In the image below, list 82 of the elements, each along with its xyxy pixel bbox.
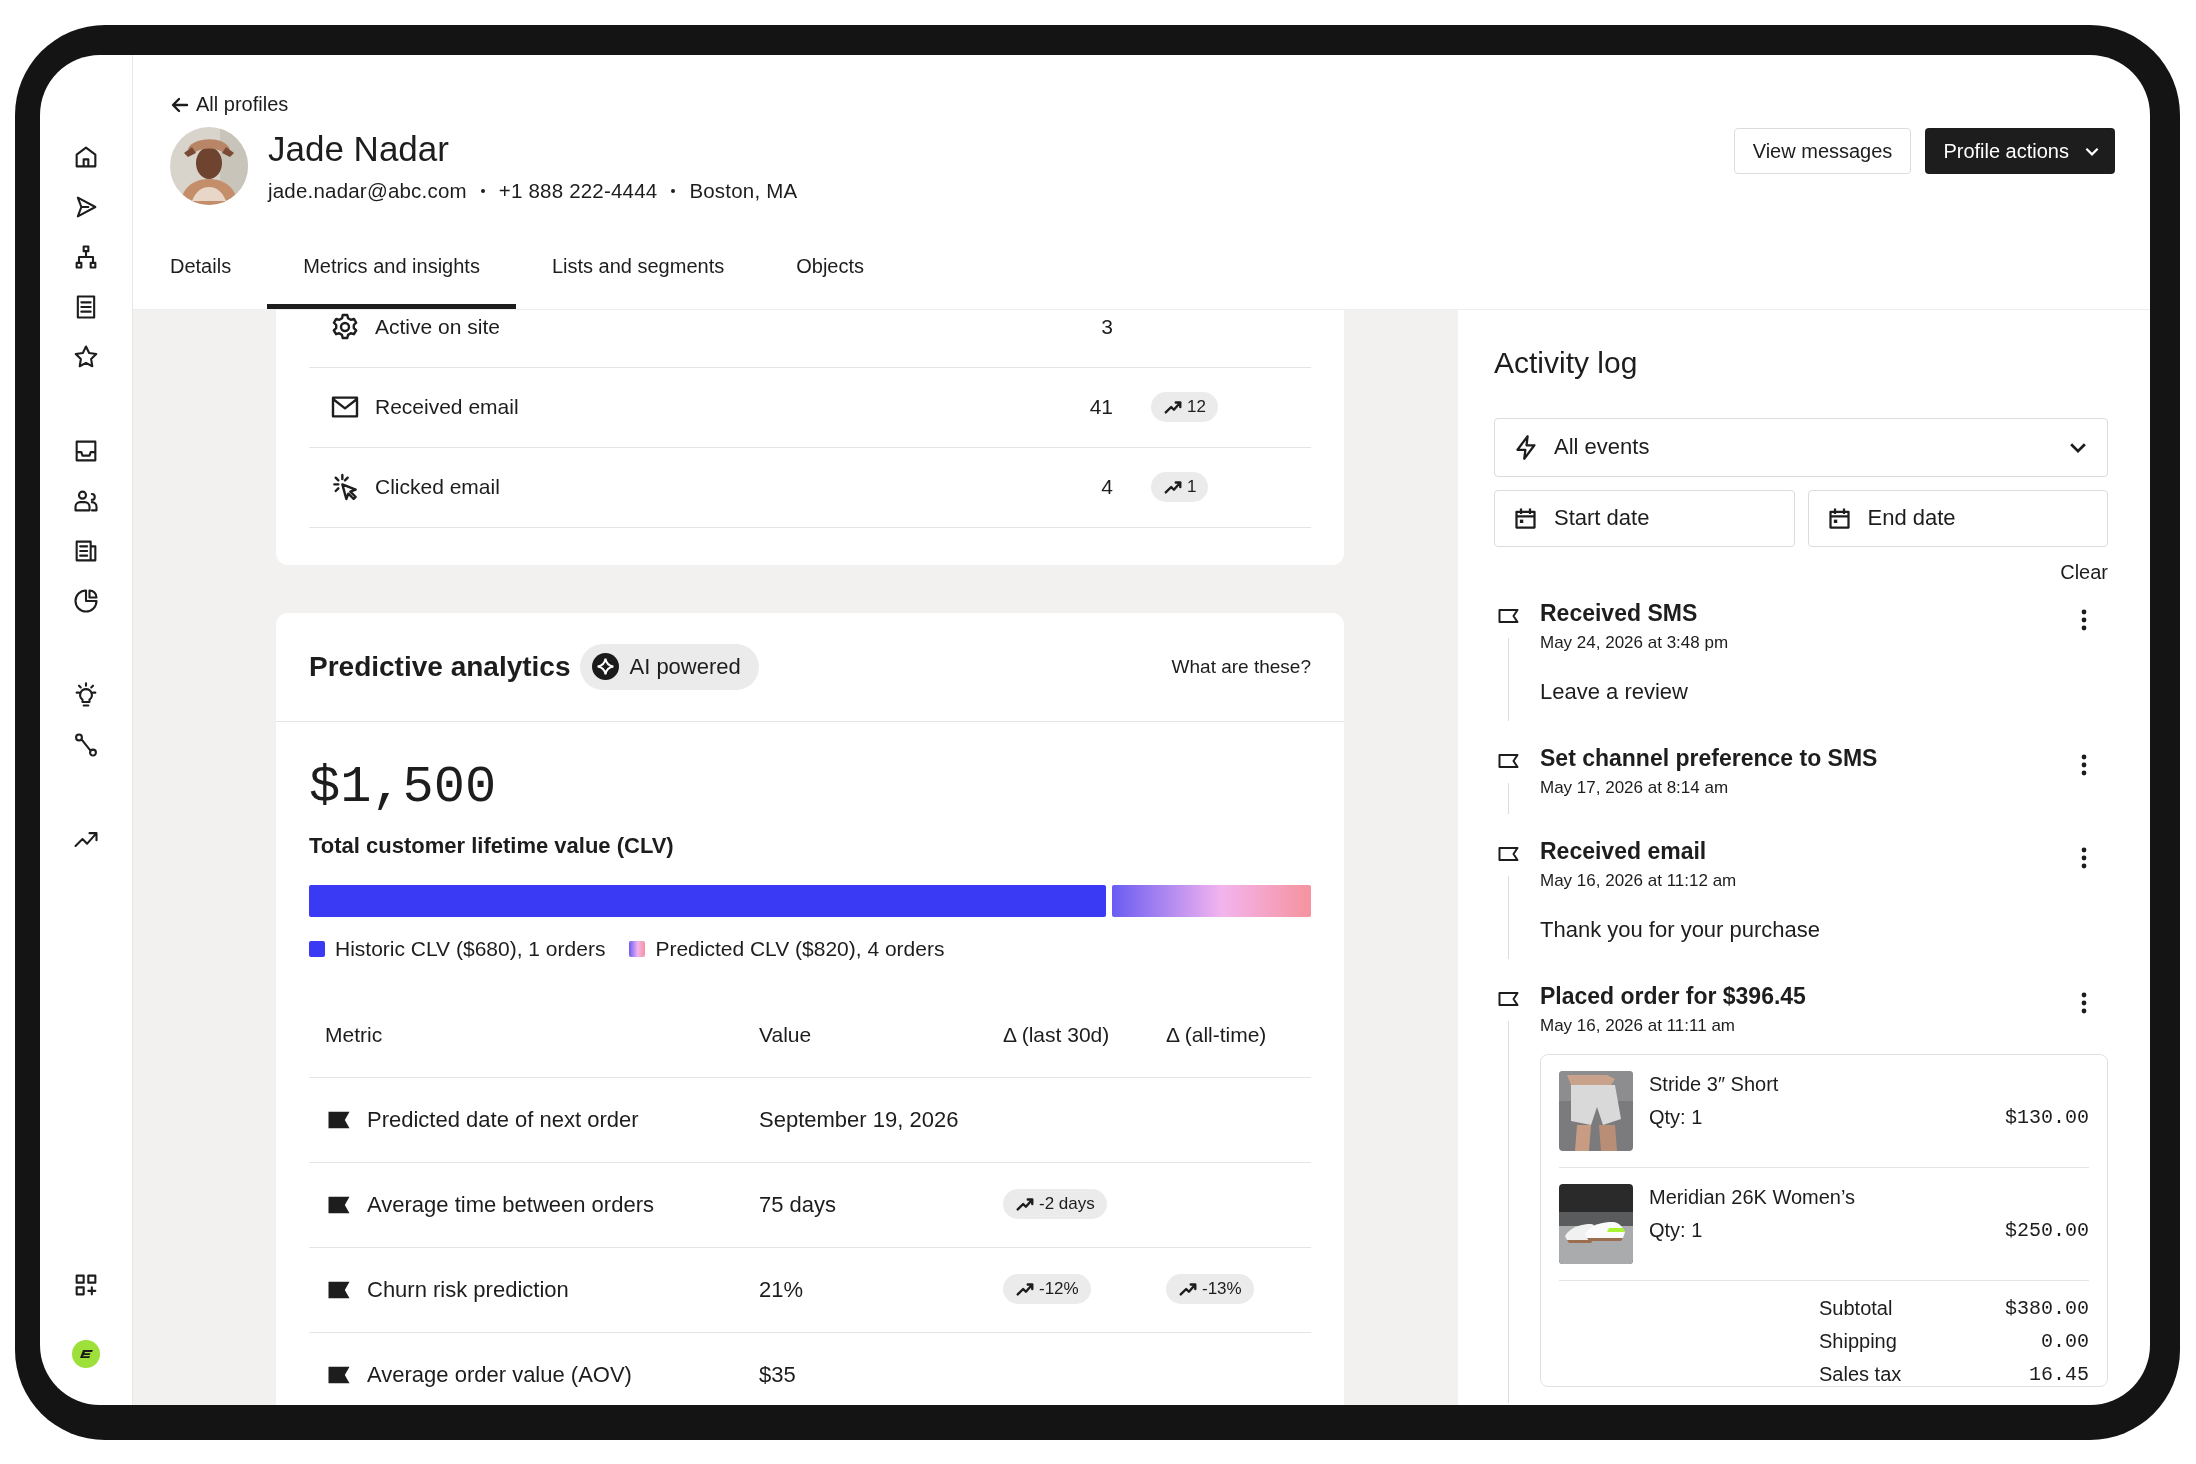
event-title: Received email [1540, 837, 1708, 865]
ai-chip-label: AI powered [629, 653, 741, 680]
total-label: Sales tax [1819, 1362, 1903, 1386]
contact-detail: jade.nadar@abc.com [268, 178, 467, 203]
column-header: Metric [325, 1022, 384, 1047]
more-options-icon[interactable] [2080, 990, 2088, 1015]
route-icon[interactable] [72, 731, 100, 759]
contact-detail: Boston, MA [689, 178, 798, 203]
table-cell-text: September 19, 2026 [759, 1106, 960, 1133]
product-quantity: Qty: 1 [1649, 1105, 1703, 1129]
back-link[interactable]: All profiles [170, 93, 289, 116]
clv-label: Total customer lifetime value (CLV) [309, 832, 675, 859]
separator-dot-icon [671, 188, 676, 193]
metric-name: Clicked email [375, 475, 500, 499]
legend-swatch [309, 940, 325, 957]
clv-value: $1,500 [309, 757, 498, 817]
total-label: Subtotal [1819, 1296, 1894, 1320]
table-cell: Average order value (AOV) [367, 1361, 632, 1388]
event-time: May 24, 2026 at 3:48 pm [1540, 632, 1729, 653]
card-title: Predictive analytics [309, 650, 571, 683]
legend-swatch [629, 940, 646, 957]
trend-value: 12 [1187, 397, 1206, 417]
table-cell-text: 75 days [759, 1191, 838, 1218]
more-options-icon[interactable] [2080, 845, 2088, 870]
trend-value: 1 [1187, 477, 1197, 497]
column-header: Δ (last 30d) [1003, 1022, 1111, 1047]
event-title: Set channel preference to SMS [1540, 744, 1878, 772]
metric-count: 3 [1100, 315, 1113, 339]
total-value: 16.45 [2028, 1362, 2089, 1386]
event-filter-value[interactable]: All events [1554, 434, 2053, 460]
column-header: Δ (all-time) [1166, 1022, 1268, 1047]
product-price: $250.00 [2005, 1218, 2089, 1242]
total-value: 0.00 [2040, 1329, 2089, 1353]
app-logo[interactable] [71, 1339, 101, 1369]
event-filter-dropdown[interactable]: All events [1494, 417, 2108, 477]
more-options-icon[interactable] [2080, 752, 2088, 777]
table-cell-text: 21% [759, 1276, 805, 1303]
clear-link[interactable]: Clear [2060, 560, 2108, 584]
table-cell: Churn risk prediction [367, 1276, 569, 1303]
product-quantity: Qty: 1 [1649, 1218, 1703, 1242]
event-time: May 16, 2026 at 11:12 am [1540, 870, 1737, 891]
event-message: Leave a review [1540, 678, 1689, 705]
profile-name: Jade Nadar [268, 128, 450, 169]
sparkle-icon [592, 653, 620, 680]
event-title: Placed order for $396.45 [1540, 982, 1806, 1010]
pie-chart-icon[interactable] [72, 587, 100, 615]
event-message: Thank you for your purchase [1540, 916, 1822, 943]
trend-value: -2 days [1039, 1194, 1095, 1214]
panel-title: Activity log [1494, 345, 1639, 380]
profile-actions-label[interactable]: Profile actions [1943, 139, 2069, 163]
total-value: $380.00 [2004, 1296, 2089, 1320]
table-cell: Average time between orders [367, 1191, 654, 1218]
total-label: Shipping [1819, 1329, 1898, 1353]
product-name: Stride 3″ Short [1649, 1072, 1780, 1096]
trend-value: -12% [1039, 1279, 1079, 1299]
event-title: Received SMS [1540, 599, 1699, 627]
metric-count: 4 [1100, 475, 1113, 499]
event-time: May 17, 2026 at 8:14 am [1540, 777, 1730, 798]
contact-detail: +1 888 222-4444 [498, 178, 658, 203]
table-cell: Predicted date of next order [367, 1106, 639, 1133]
event-time: May 16, 2026 at 11:11 am [1540, 1015, 1736, 1036]
metric-name: Active on site [375, 315, 500, 339]
more-options-icon[interactable] [2080, 607, 2088, 632]
metric-name: Received email [375, 395, 519, 419]
table-cell-text: $35 [759, 1361, 797, 1388]
separator-dot-icon [480, 188, 485, 193]
legend-label: Predicted CLV ($820), 4 orders [655, 936, 945, 961]
trend-value: -13% [1202, 1279, 1242, 1299]
product-price: $130.00 [2005, 1105, 2089, 1129]
back-link-label[interactable]: All profiles [196, 93, 289, 116]
product-name: Meridian 26K Women’s [1649, 1185, 1857, 1209]
date-field[interactable]: End date [1807, 489, 2108, 547]
date-field[interactable]: Start date [1494, 489, 1795, 547]
legend-label: Historic CLV ($680), 1 orders [335, 936, 606, 961]
profile-actions-button[interactable]: Profile actions [1925, 128, 2115, 174]
view-messages-button[interactable]: View messages [1733, 128, 1912, 174]
metric-count: 41 [1088, 395, 1113, 419]
column-header: Value [759, 1022, 813, 1047]
tab[interactable]: Details [134, 232, 268, 309]
tab[interactable]: Lists and segments [515, 232, 761, 309]
help-link[interactable]: What are these? [1171, 655, 1311, 678]
tab[interactable]: Objects [760, 232, 901, 309]
